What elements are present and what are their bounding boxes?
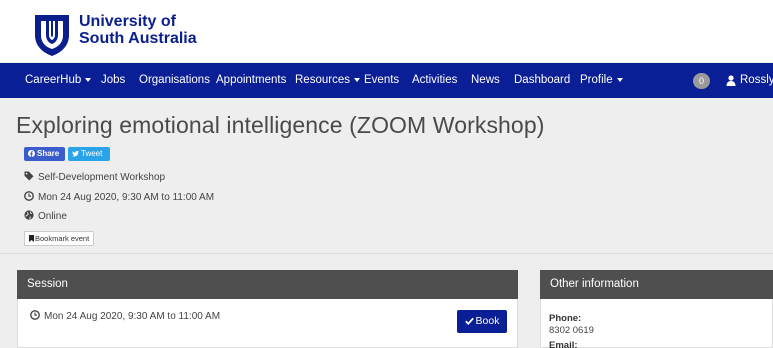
user-icon bbox=[726, 75, 736, 86]
twitter-bird-icon bbox=[72, 150, 79, 156]
university-name[interactable]: University of South Australia bbox=[79, 13, 197, 47]
nav-resources-label: Resources bbox=[295, 74, 350, 86]
phone-value: 8302 0619 bbox=[549, 325, 594, 336]
event-location: Online bbox=[24, 210, 67, 222]
event-title: Exploring emotional intelligence (ZOOM W… bbox=[16, 112, 545, 138]
clock-icon bbox=[24, 191, 34, 201]
nav-careerhub-label: CareerHub bbox=[25, 74, 82, 86]
bookmark-icon bbox=[29, 235, 34, 242]
main-navbar: CareerHub Jobs Organisations Appointment… bbox=[0, 63, 773, 98]
nav-organisations[interactable]: Organisations bbox=[139, 63, 210, 98]
event-datetime-text: Mon 24 Aug 2020, 9:30 AM to 11:00 AM bbox=[38, 192, 215, 203]
university-shield-logo[interactable] bbox=[33, 13, 71, 57]
event-category-text: Self-Development Workshop bbox=[38, 172, 166, 183]
session-time-text: Mon 24 Aug 2020, 9:30 AM to 11:00 AM bbox=[44, 311, 221, 322]
email-label: Email: bbox=[549, 340, 578, 348]
facebook-icon bbox=[28, 150, 35, 157]
bookmark-label: Bookmark event bbox=[35, 234, 90, 243]
checkmark-icon bbox=[464, 317, 474, 325]
tag-icon bbox=[24, 171, 34, 181]
globe-icon bbox=[24, 210, 34, 220]
book-button[interactable]: Book bbox=[457, 310, 507, 333]
nav-profile[interactable]: Profile bbox=[580, 63, 623, 98]
event-category: Self-Development Workshop bbox=[24, 171, 165, 183]
facebook-share-button[interactable]: Share bbox=[24, 147, 65, 161]
event-datetime: Mon 24 Aug 2020, 9:30 AM to 11:00 AM bbox=[24, 191, 214, 203]
twitter-tweet-button[interactable]: Tweet bbox=[68, 147, 110, 161]
event-location-text: Online bbox=[38, 211, 67, 222]
university-name-line2: South Australia bbox=[79, 30, 197, 47]
nav-dashboard[interactable]: Dashboard bbox=[514, 63, 570, 98]
phone-label: Phone: bbox=[549, 313, 582, 324]
book-label: Book bbox=[475, 315, 500, 327]
chevron-down-icon bbox=[353, 77, 360, 82]
chevron-down-icon bbox=[616, 77, 623, 82]
chevron-down-icon bbox=[85, 77, 92, 82]
nav-careerhub[interactable]: CareerHub bbox=[25, 63, 92, 98]
session-time: Mon 24 Aug 2020, 9:30 AM to 11:00 AM bbox=[30, 310, 220, 322]
nav-activities[interactable]: Activities bbox=[412, 63, 457, 98]
site-header: University of South Australia bbox=[0, 0, 773, 62]
university-name-line1: University of bbox=[79, 13, 176, 30]
nav-appointments[interactable]: Appointments bbox=[216, 63, 286, 98]
nav-events[interactable]: Events bbox=[364, 63, 399, 98]
share-label: Share bbox=[37, 149, 60, 158]
session-card-header: Session bbox=[17, 270, 518, 299]
divider bbox=[0, 253, 773, 254]
session-card-body bbox=[17, 299, 518, 348]
nav-resources[interactable]: Resources bbox=[295, 63, 360, 98]
notification-badge[interactable]: 0 bbox=[693, 73, 710, 89]
tweet-label: Tweet bbox=[81, 149, 103, 158]
clock-icon bbox=[30, 310, 40, 320]
nav-news[interactable]: News bbox=[471, 63, 500, 98]
nav-jobs[interactable]: Jobs bbox=[101, 63, 125, 98]
nav-profile-label: Profile bbox=[580, 74, 613, 86]
user-menu[interactable]: Rosslyn bbox=[740, 63, 773, 98]
other-info-card-header: Other information bbox=[540, 270, 773, 299]
bookmark-event-button[interactable]: Bookmark event bbox=[24, 231, 95, 246]
